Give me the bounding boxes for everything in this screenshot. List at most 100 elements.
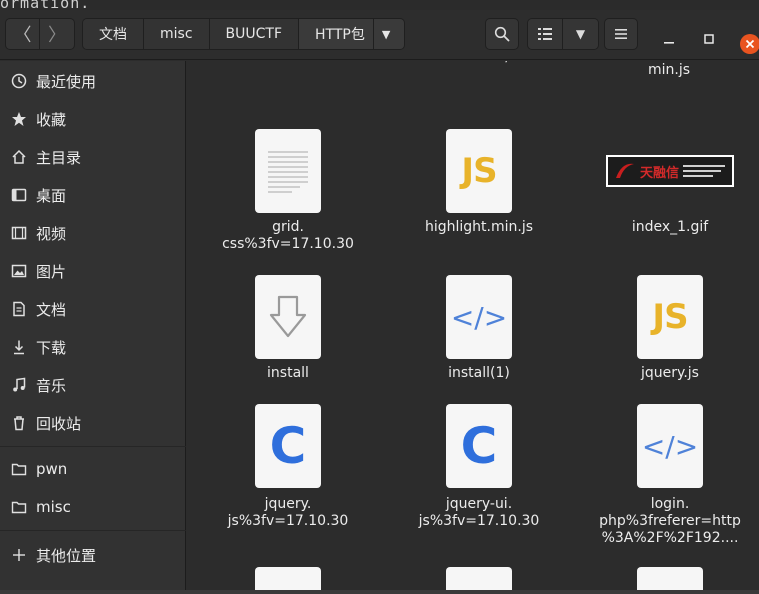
- sidebar-item-label: 文档: [36, 300, 67, 319]
- file-item[interactable]: install: [203, 275, 373, 382]
- picture-icon: [10, 262, 28, 280]
- sidebar-item-downloads[interactable]: 下载: [0, 330, 186, 364]
- sidebar-item-label: pwn: [36, 460, 68, 478]
- swoosh-icon: [616, 163, 634, 178]
- music-icon: [10, 376, 28, 394]
- folder-icon: [10, 460, 28, 478]
- hamburger-icon: [615, 29, 627, 39]
- sidebar-item-misc[interactable]: misc: [0, 490, 186, 524]
- sidebar: 最近使用 收藏 主目录 桌面 视频 图片 文档 下载 音乐 回收站 pwn mi…: [0, 61, 186, 594]
- install-file-thumbnail: [255, 275, 321, 359]
- file-name: highlight.min.js: [424, 219, 534, 235]
- file-item[interactable]: C jquery. js%3fv=17.10.30: [203, 404, 373, 530]
- js-file-thumbnail: JS: [446, 129, 512, 213]
- sidebar-divider: [0, 446, 186, 447]
- c-source-icon: C: [269, 417, 307, 475]
- gif-thumbnail: 天融信: [606, 155, 734, 187]
- sidebar-item-documents[interactable]: 文档: [0, 292, 186, 326]
- breadcrumb-item[interactable]: misc: [144, 19, 210, 49]
- sidebar-item-label: misc: [36, 498, 71, 516]
- file-name: login. php%3freferer=http %3A%2F%2F192..…: [599, 496, 741, 546]
- breadcrumb-item[interactable]: 文档: [83, 19, 144, 49]
- text-lines-icon: [268, 151, 308, 193]
- file-name: jquery-ui. js%3fv=17.10.30: [418, 496, 540, 529]
- file-grid: .../ min.js grid. css%3fv=17.10.30 JS hi…: [187, 61, 759, 594]
- sidebar-item-starred[interactable]: 收藏: [0, 102, 186, 136]
- minimize-button[interactable]: [663, 32, 675, 46]
- header-bar: 〈 〉 文档 misc BUUCTF HTTP包 ▼ ▼: [0, 10, 759, 60]
- sidebar-item-pictures[interactable]: 图片: [0, 254, 186, 288]
- sidebar-item-videos[interactable]: 视频: [0, 216, 186, 250]
- sidebar-item-other-locations[interactable]: 其他位置: [0, 538, 186, 572]
- sidebar-item-label: 收藏: [36, 110, 67, 129]
- close-button[interactable]: [740, 34, 759, 54]
- star-icon: [10, 110, 28, 128]
- sidebar-item-label: 下载: [36, 338, 67, 357]
- code-file-thumbnail: </>: [637, 404, 703, 488]
- home-icon: [10, 148, 28, 166]
- chevron-down-icon: ▼: [575, 27, 586, 41]
- trash-icon: [10, 414, 28, 432]
- clock-icon: [10, 72, 28, 90]
- c-source-icon: C: [460, 417, 498, 475]
- js-file-icon: JS: [652, 297, 688, 337]
- sidebar-item-home[interactable]: 主目录: [0, 140, 186, 174]
- text-file-thumbnail: [255, 129, 321, 213]
- sidebar-item-label: 主目录: [36, 148, 82, 167]
- sidebar-item-label: 音乐: [36, 376, 67, 395]
- file-name: jquery. js%3fv=17.10.30: [227, 496, 349, 529]
- plus-icon: [10, 546, 28, 564]
- sidebar-item-music[interactable]: 音乐: [0, 368, 186, 402]
- code-file-thumbnail: </>: [446, 275, 512, 359]
- sidebar-item-pwn[interactable]: pwn: [0, 452, 186, 486]
- breadcrumb-dropdown-button[interactable]: ▼: [373, 19, 405, 49]
- file-item[interactable]: </> install(1): [394, 275, 564, 382]
- menu-button[interactable]: [604, 18, 638, 50]
- file-name: install(1): [448, 365, 510, 381]
- download-arrow-icon: [269, 295, 307, 338]
- breadcrumb-item-current[interactable]: HTTP包: [299, 19, 374, 49]
- nav-buttons: 〈 〉: [5, 18, 75, 50]
- file-item[interactable]: JS highlight.min.js: [394, 129, 564, 236]
- file-name: jquery.js: [641, 365, 699, 381]
- list-view-button[interactable]: [528, 19, 564, 49]
- forward-arrow-icon: 〉: [48, 25, 66, 46]
- file-item[interactable]: grid. css%3fv=17.10.30: [203, 129, 373, 253]
- search-button[interactable]: [485, 18, 519, 50]
- sidebar-item-label: 最近使用: [36, 72, 97, 91]
- file-name-partial: .../: [492, 61, 510, 65]
- sidebar-item-trash[interactable]: 回收站: [0, 406, 186, 440]
- breadcrumb-item[interactable]: BUUCTF: [209, 19, 300, 49]
- js-file-icon: JS: [461, 151, 497, 191]
- logo-badge: 天融信: [640, 165, 680, 181]
- sidebar-item-label: 图片: [36, 262, 67, 281]
- file-item[interactable]: C jquery-ui. js%3fv=17.10.30: [394, 404, 564, 530]
- file-item[interactable]: 天融信 index_1.gif: [585, 129, 755, 236]
- sidebar-divider: [0, 530, 186, 531]
- file-name: grid. css%3fv=17.10.30: [222, 219, 354, 252]
- sidebar-item-desktop[interactable]: 桌面: [0, 178, 186, 212]
- sidebar-item-recent[interactable]: 最近使用: [0, 64, 186, 98]
- desktop-icon: [10, 186, 28, 204]
- back-arrow-icon: 〈: [13, 25, 32, 46]
- document-icon: [10, 300, 28, 318]
- code-icon: </>: [641, 429, 699, 463]
- chevron-down-icon: ▼: [381, 27, 391, 41]
- back-button[interactable]: 〈: [5, 18, 40, 50]
- c-file-thumbnail: C: [255, 404, 321, 488]
- forward-button[interactable]: 〉: [40, 18, 75, 50]
- file-item[interactable]: JS jquery.js: [585, 275, 755, 382]
- close-icon: [745, 39, 755, 49]
- c-file-thumbnail: C: [446, 404, 512, 488]
- file-item[interactable]: </> login. php%3freferer=http %3A%2F%2F1…: [585, 404, 755, 547]
- view-toggle-group: ▼: [527, 18, 599, 50]
- tianrongxin-logo: 天融信: [608, 157, 732, 185]
- file-name: index_1.gif: [631, 219, 709, 235]
- sidebar-item-label: 视频: [36, 224, 67, 243]
- gif-thumbnail-frame: 天融信: [606, 129, 734, 213]
- maximize-button[interactable]: [702, 32, 716, 46]
- view-options-dropdown[interactable]: ▼: [563, 19, 598, 49]
- sidebar-item-label: 其他位置: [36, 546, 97, 565]
- code-icon: </>: [450, 300, 508, 334]
- video-icon: [10, 224, 28, 242]
